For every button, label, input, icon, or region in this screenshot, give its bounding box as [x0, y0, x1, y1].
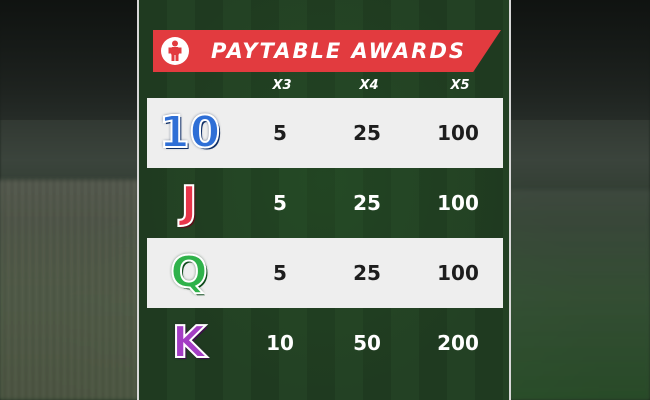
payout-x5: 200	[437, 331, 479, 355]
payout-x3: 5	[273, 261, 287, 285]
stadium-stands-left	[0, 180, 140, 400]
symbol-k: K	[171, 316, 207, 369]
payout-x4: 25	[353, 261, 381, 285]
payout-x3: 10	[266, 331, 294, 355]
payout-x5: 100	[437, 191, 479, 215]
paytable-row-k: K 10 50 200	[147, 308, 503, 378]
payout-x4: 50	[353, 331, 381, 355]
symbol-q: Q	[169, 246, 208, 299]
payout-x5: 100	[437, 261, 479, 285]
payout-x4: 25	[353, 121, 381, 145]
stadium-stands-right	[510, 190, 650, 400]
paytable-banner: PAYTABLE AWARDS	[153, 30, 501, 72]
multiplier-headers: X3 X4 X5	[139, 78, 509, 96]
payout-x3: 5	[273, 191, 287, 215]
payout-x4: 25	[353, 191, 381, 215]
header-x4: X4	[359, 78, 379, 93]
paytable-row-q: Q 5 25 100	[147, 238, 503, 308]
payout-x3: 5	[273, 121, 287, 145]
paytable-row-10: 10 5 25 100	[147, 98, 503, 168]
paytable-title: PAYTABLE AWARDS	[211, 39, 467, 63]
payout-x5: 100	[437, 121, 479, 145]
symbol-j: J	[180, 176, 198, 229]
symbol-10: 10	[158, 106, 221, 159]
paytable-panel: PAYTABLE AWARDS X3 X4 X5 10 5 25 100 J 5…	[137, 0, 511, 400]
paytable-row-j: J 5 25 100	[147, 168, 503, 238]
header-x5: X5	[450, 78, 470, 93]
player-icon	[161, 37, 189, 65]
header-x3: X3	[272, 78, 292, 93]
